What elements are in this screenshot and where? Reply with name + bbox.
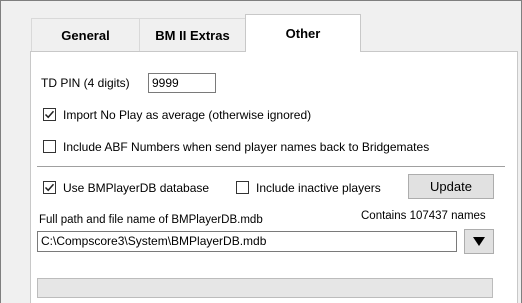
import-no-play-label: Import No Play as average (otherwise ign… [63, 108, 312, 122]
use-bmplayerdb-label: Use BMPlayerDB database [63, 181, 210, 195]
names-count: Contains 107437 names [361, 210, 486, 222]
include-inactive-checkbox[interactable] [236, 181, 249, 194]
update-button-label: Update [430, 179, 472, 194]
update-button[interactable]: Update [408, 174, 494, 199]
checkmark-icon [44, 183, 55, 192]
tab-panel-other: TD PIN (4 digits) 9999 Import No Play as… [30, 51, 518, 303]
tab-general[interactable]: General [31, 18, 140, 51]
td-pin-label: TD PIN (4 digits) [41, 76, 130, 90]
db-path-input[interactable]: C:\Compscore3\System\BMPlayerDB.mdb [37, 231, 457, 252]
progress-bar [37, 278, 493, 298]
tab-bm-ii-extras-label: BM II Extras [155, 27, 230, 43]
td-pin-input[interactable]: 9999 [148, 73, 216, 93]
db-path-dropdown-button[interactable] [464, 229, 494, 254]
include-inactive-label: Include inactive players [256, 181, 381, 195]
triangle-down-icon [473, 237, 485, 246]
import-no-play-checkbox[interactable] [43, 108, 56, 121]
tab-general-label: General [61, 27, 110, 43]
tab-other[interactable]: Other [245, 14, 361, 52]
tab-other-label: Other [285, 26, 321, 41]
checkmark-icon [44, 110, 55, 119]
separator [37, 166, 505, 167]
include-abf-checkbox[interactable] [43, 140, 56, 153]
include-abf-label: Include ABF Numbers when send player nam… [63, 140, 430, 154]
use-bmplayerdb-checkbox[interactable] [43, 181, 56, 194]
tab-bm-ii-extras[interactable]: BM II Extras [139, 18, 246, 51]
db-path-label: Full path and file name of BMPlayerDB.md… [39, 214, 263, 226]
